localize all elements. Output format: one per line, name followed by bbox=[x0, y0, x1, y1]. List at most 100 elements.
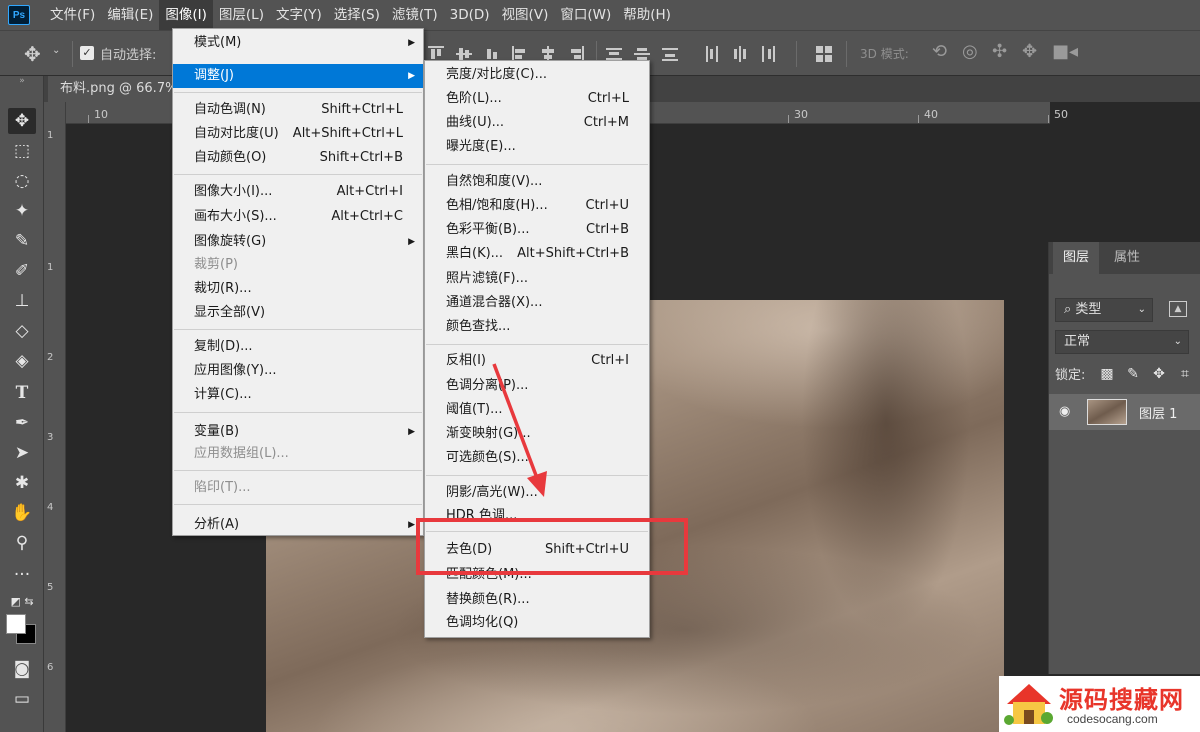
menu-item-levels[interactable]: 色阶(L)... Ctrl+L bbox=[425, 87, 649, 111]
watermark: 源码搜藏网 codesocang.com bbox=[999, 676, 1200, 732]
menu-item-color-lookup[interactable]: 颜色查找... bbox=[425, 315, 649, 339]
menu-item-color-balance[interactable]: 色彩平衡(B)... Ctrl+B bbox=[425, 218, 649, 242]
menu-item-image-rotation[interactable]: 图像旋转(G) ▶ bbox=[173, 230, 423, 254]
zoom-tool-icon[interactable]: ⚲ bbox=[8, 530, 36, 556]
brush-tool-icon[interactable]: ✐ bbox=[8, 258, 36, 284]
menu-item-photo-filter[interactable]: 照片滤镜(F)... bbox=[425, 267, 649, 291]
menu-item-calculations[interactable]: 计算(C)... bbox=[173, 383, 423, 407]
menu-item-reveal-all[interactable]: 显示全部(V) bbox=[173, 301, 423, 325]
move-tool-icon[interactable]: ✥ bbox=[8, 108, 36, 134]
menu-item-shadows-highlights[interactable]: 阴影/高光(W)... bbox=[425, 481, 649, 505]
menu-type[interactable]: 文字(Y) bbox=[270, 0, 328, 30]
type-tool-icon[interactable]: T bbox=[8, 380, 36, 406]
menu-item-trim[interactable]: 裁切(R)... bbox=[173, 277, 423, 301]
quick-mask-icon[interactable]: ◙ bbox=[8, 656, 36, 682]
3d-scale-icon[interactable]: ■◂ bbox=[1052, 41, 1078, 62]
swap-colors-icon[interactable]: ◩ ⇆ bbox=[8, 588, 36, 614]
paint-bucket-tool-icon[interactable]: ◈ bbox=[8, 348, 36, 374]
distribute-left-icon[interactable] bbox=[704, 46, 720, 62]
more-tools-icon[interactable]: ··· bbox=[8, 562, 36, 588]
menu-item-replace-color[interactable]: 替换颜色(R)... bbox=[425, 588, 649, 612]
menu-select[interactable]: 选择(S) bbox=[328, 0, 386, 30]
layer-name[interactable]: 图层 1 bbox=[1139, 403, 1177, 422]
menu-item-curves[interactable]: 曲线(U)... Ctrl+M bbox=[425, 111, 649, 135]
distribute-right-icon[interactable] bbox=[760, 46, 776, 62]
eraser-tool-icon[interactable]: ◇ bbox=[8, 318, 36, 344]
menu-item-gradient-map[interactable]: 渐变映射(G)... bbox=[425, 422, 649, 446]
menu-item-threshold[interactable]: 阈值(T)... bbox=[425, 398, 649, 422]
menu-item-analysis[interactable]: 分析(A) ▶ bbox=[173, 513, 423, 537]
tab-layers[interactable]: 图层 bbox=[1053, 242, 1099, 274]
menu-item-crop: 裁剪(P) bbox=[194, 257, 238, 272]
menu-item-vibrance[interactable]: 自然饱和度(V)... bbox=[425, 170, 649, 194]
3d-roll-icon[interactable]: ◎ bbox=[962, 41, 978, 62]
menu-item-channel-mixer[interactable]: 通道混合器(X)... bbox=[425, 291, 649, 315]
eyedropper-tool-icon[interactable]: ✎ bbox=[8, 228, 36, 254]
distribute-bottom-icon[interactable] bbox=[662, 46, 678, 62]
document-tab[interactable]: 布料.png @ 66.7% bbox=[48, 76, 178, 102]
collapse-toolbar-icon[interactable]: » bbox=[8, 76, 36, 86]
ruler-tick bbox=[788, 115, 789, 123]
menu-edit[interactable]: 编辑(E) bbox=[101, 0, 159, 30]
menu-item-apply-image[interactable]: 应用图像(Y)... bbox=[173, 359, 423, 383]
lasso-tool-icon[interactable]: ◌ bbox=[8, 168, 36, 194]
house-logo-icon bbox=[1004, 684, 1053, 725]
menu-separator bbox=[426, 344, 648, 345]
menu-item-trap: 陷印(T)... bbox=[194, 480, 251, 495]
menu-filter[interactable]: 滤镜(T) bbox=[386, 0, 444, 30]
menu-item-selective-color[interactable]: 可选颜色(S)... bbox=[425, 446, 649, 470]
menu-layer[interactable]: 图层(L) bbox=[213, 0, 270, 30]
tool-preset-chevron-icon[interactable]: ⌄ bbox=[52, 45, 60, 56]
3d-slide-icon[interactable]: ✥ bbox=[1022, 41, 1037, 62]
menu-item-posterize[interactable]: 色调分离(P)... bbox=[425, 374, 649, 398]
menu-file[interactable]: 文件(F) bbox=[44, 0, 101, 30]
foreground-color-swatch[interactable] bbox=[6, 614, 26, 634]
menu-item-black-white[interactable]: 黑白(K)... Alt+Shift+Ctrl+B bbox=[425, 242, 649, 266]
menu-help[interactable]: 帮助(H) bbox=[617, 0, 677, 30]
menu-item-brightness-contrast[interactable]: 亮度/对比度(C)... bbox=[425, 63, 649, 87]
menu-item-hue-saturation[interactable]: 色相/饱和度(H)... Ctrl+U bbox=[425, 194, 649, 218]
path-selection-tool-icon[interactable]: ➤ bbox=[8, 440, 36, 466]
menu-image[interactable]: 图像(I) bbox=[159, 0, 213, 30]
lock-pixels-icon[interactable]: ✎ bbox=[1125, 366, 1141, 382]
pen-tool-icon[interactable]: ✒ bbox=[8, 410, 36, 436]
menu-item-auto-color[interactable]: 自动颜色(O) Shift+Ctrl+B bbox=[173, 146, 423, 170]
menu-item-duplicate[interactable]: 复制(D)... bbox=[173, 335, 423, 359]
auto-align-layers-icon[interactable] bbox=[816, 46, 832, 62]
visibility-eye-icon[interactable]: ◉ bbox=[1059, 404, 1070, 419]
3d-pan-icon[interactable]: ✣ bbox=[992, 41, 1007, 62]
marquee-tool-icon[interactable]: ⬚ bbox=[8, 138, 36, 164]
menu-item-adjustments[interactable]: 调整(J) ▶ bbox=[173, 64, 423, 88]
magic-wand-tool-icon[interactable]: ✦ bbox=[8, 198, 36, 224]
3d-orbit-icon[interactable]: ⟲ bbox=[932, 41, 947, 62]
menu-item-image-size[interactable]: 图像大小(I)... Alt+Ctrl+I bbox=[173, 180, 423, 204]
menu-item-exposure[interactable]: 曝光度(E)... bbox=[425, 135, 649, 159]
shape-tool-icon[interactable]: ✱ bbox=[8, 470, 36, 496]
menu-window[interactable]: 窗口(W) bbox=[554, 0, 617, 30]
menu-item-variables[interactable]: 变量(B) ▶ bbox=[173, 420, 423, 444]
image-filter-icon[interactable]: ▲ bbox=[1169, 301, 1187, 317]
lock-transparency-icon[interactable]: ▩ bbox=[1099, 366, 1115, 382]
layer-row[interactable]: ◉ 图层 1 bbox=[1049, 394, 1200, 430]
distribute-hcenter-icon[interactable] bbox=[732, 46, 748, 62]
layer-filter-select[interactable]: ⌕ 类型 ⌄ bbox=[1055, 298, 1153, 322]
menu-item-auto-tone[interactable]: 自动色调(N) Shift+Ctrl+L bbox=[173, 98, 423, 122]
lock-artboard-icon[interactable]: ⌗ bbox=[1177, 366, 1193, 382]
menu-item-canvas-size[interactable]: 画布大小(S)... Alt+Ctrl+C bbox=[173, 205, 423, 229]
blend-mode-select[interactable]: 正常 ⌄ bbox=[1055, 330, 1189, 354]
hand-tool-icon[interactable]: ✋ bbox=[8, 500, 36, 526]
lock-position-icon[interactable]: ✥ bbox=[1151, 366, 1167, 382]
move-tool-icon[interactable]: ✥ bbox=[24, 42, 41, 66]
menu-3d[interactable]: 3D(D) bbox=[444, 0, 496, 30]
menu-view[interactable]: 视图(V) bbox=[496, 0, 555, 30]
auto-select-checkbox[interactable]: ✓ bbox=[80, 46, 94, 60]
lock-label: 锁定: bbox=[1055, 368, 1086, 383]
menu-item-auto-contrast[interactable]: 自动对比度(U) Alt+Shift+Ctrl+L bbox=[173, 122, 423, 146]
menu-item-mode[interactable]: 模式(M) ▶ bbox=[173, 31, 423, 55]
menu-item-equalize[interactable]: 色调均化(Q) bbox=[425, 611, 649, 635]
watermark-url: codesocang.com bbox=[1067, 712, 1158, 726]
menu-item-invert[interactable]: 反相(I) Ctrl+I bbox=[425, 349, 649, 373]
stamp-tool-icon[interactable]: ⊥ bbox=[8, 288, 36, 314]
tab-properties[interactable]: 属性 bbox=[1103, 242, 1151, 274]
screen-mode-icon[interactable]: ▭ bbox=[8, 686, 36, 712]
